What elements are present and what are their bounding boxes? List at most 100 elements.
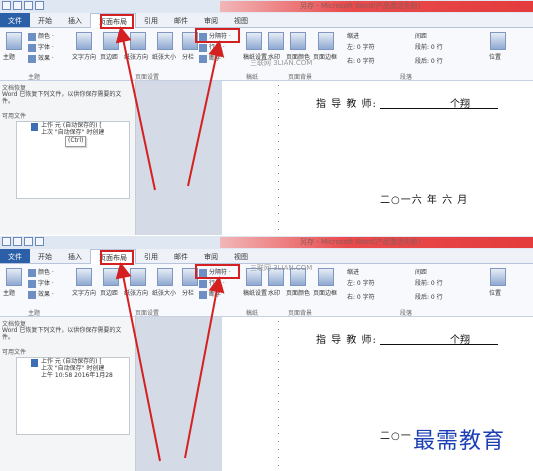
- group-theme-label: 主题: [28, 74, 41, 81]
- theme-icon: [6, 268, 22, 286]
- tab-home[interactable]: 开始: [30, 249, 60, 263]
- word-doc-icon: [31, 359, 38, 367]
- colors-label: 颜色 ·: [38, 33, 54, 40]
- group-background-label: 页面背景: [288, 74, 313, 81]
- ribbon-tabs: 文件 开始 插入 页面布局 引用 邮件 审阅 视图: [0, 13, 533, 28]
- recovered-file-item[interactable]: 上作 元 (自动保存的) [ 上次 "自动保存" 时创建 (Ctrl): [16, 121, 130, 199]
- save-icon[interactable]: [13, 1, 22, 10]
- file-info: 上作 元 (自动保存的) [ 上次 "自动保存" 时创建 上午 10:58 20…: [41, 358, 127, 379]
- tab-mailings[interactable]: 邮件: [166, 249, 196, 263]
- text-direction-button[interactable]: 文字方向: [72, 52, 96, 61]
- theme-button[interactable]: 主题: [3, 288, 15, 297]
- position-button[interactable]: 位置: [489, 52, 501, 61]
- tab-file[interactable]: 文件: [0, 13, 30, 27]
- tab-review[interactable]: 审阅: [196, 249, 226, 263]
- screenshot-before: 另存 - Microsoft Word(产品激活失败) 文件 开始 插入 页面布…: [0, 0, 533, 235]
- tab-references[interactable]: 引用: [136, 249, 166, 263]
- hyphenation-button[interactable]: 断字 ·: [199, 53, 225, 63]
- theme-button[interactable]: 主题: [3, 52, 15, 61]
- columns-button[interactable]: 分栏: [182, 288, 194, 297]
- recovered-file-item[interactable]: 上作 元 (自动保存的) [ 上次 "自动保存" 时创建 上午 10:58 20…: [16, 357, 130, 435]
- group-page-setup-label: 页面设置: [135, 74, 160, 81]
- document-page[interactable]: 指 导 教 师: 个翔 二○一六 年 六 月: [222, 81, 533, 235]
- size-button[interactable]: 纸张大小: [152, 288, 176, 297]
- position-button[interactable]: 位置: [489, 288, 501, 297]
- page-color-button[interactable]: 页面颜色: [286, 288, 310, 297]
- spacing-before-field[interactable]: 段前: 0 行: [415, 278, 443, 287]
- tab-insert[interactable]: 插入: [60, 249, 90, 263]
- effects-button[interactable]: 效果 ·: [28, 289, 54, 299]
- redo-icon[interactable]: [35, 237, 44, 246]
- effects-button[interactable]: 效果 ·: [28, 53, 54, 63]
- tab-insert[interactable]: 插入: [60, 13, 90, 27]
- date-text: 二○一六 年 六 月: [380, 195, 469, 206]
- line-numbers-label: 行号 ·: [209, 44, 225, 51]
- orientation-icon: [130, 32, 146, 50]
- highlight-page-layout-tab: [100, 14, 134, 29]
- indent-left-field[interactable]: 左: 0 字符: [347, 42, 375, 51]
- size-icon: [157, 268, 173, 286]
- paste-options-button[interactable]: (Ctrl): [65, 136, 87, 147]
- teacher-underline: [380, 108, 498, 109]
- spacing-after-field[interactable]: 段后: 0 行: [415, 292, 443, 301]
- colors-button[interactable]: 颜色 ·: [28, 31, 54, 41]
- fonts-icon: [28, 279, 36, 288]
- watermark-button[interactable]: 水印: [268, 288, 280, 297]
- watermark-site: 三联网 3LIAN.COM: [250, 59, 313, 67]
- available-files-label: 可用文件: [2, 113, 27, 120]
- tab-view[interactable]: 视图: [226, 249, 256, 263]
- highlight-breaks-button: [195, 28, 240, 43]
- group-draft-label: 稿纸: [246, 310, 259, 317]
- title-bar: 另存 - Microsoft Word(产品激活失败): [0, 236, 533, 249]
- ribbon-tabs: 文件 开始 插入 页面布局 引用 邮件 审阅 视图: [0, 249, 533, 264]
- text-direction-icon: [76, 268, 92, 286]
- undo-icon[interactable]: [24, 237, 33, 246]
- draft-icon: [246, 32, 262, 50]
- hyphenation-button[interactable]: 断字 ·: [199, 289, 225, 299]
- margins-icon: [103, 268, 119, 286]
- indent-right-field[interactable]: 右: 0 字符: [347, 292, 375, 301]
- redo-icon[interactable]: [35, 1, 44, 10]
- tab-view[interactable]: 视图: [226, 13, 256, 27]
- vertical-ruler: [278, 85, 279, 235]
- draft-button[interactable]: 稿纸设置: [243, 288, 267, 297]
- orientation-button[interactable]: 纸张方向: [124, 52, 148, 61]
- tab-references[interactable]: 引用: [136, 13, 166, 27]
- file-autosave: 上次 "自动保存" 时创建: [41, 365, 105, 372]
- spacing-before-field[interactable]: 段前: 0 行: [415, 42, 443, 51]
- save-icon[interactable]: [13, 237, 22, 246]
- word-icon[interactable]: [2, 237, 11, 246]
- tab-file[interactable]: 文件: [0, 249, 30, 263]
- fonts-button[interactable]: 字体 ·: [28, 278, 54, 288]
- file-autosave: 上次 "自动保存" 时创建: [41, 129, 105, 136]
- undo-icon[interactable]: [24, 1, 33, 10]
- document-recovery-pane: 文档恢复 Word 已恢复下列文件，以供你保存需要的文件。 可用文件 上作 元 …: [0, 317, 136, 471]
- tab-mailings[interactable]: 邮件: [166, 13, 196, 27]
- quick-access-toolbar: [2, 237, 44, 246]
- indent-right-field[interactable]: 右: 0 字符: [347, 56, 375, 65]
- colors-icon: [28, 32, 36, 41]
- tab-review[interactable]: 审阅: [196, 13, 226, 27]
- window-title: 另存 - Microsoft Word(产品激活失败): [300, 2, 421, 10]
- file-title: 上作 元 (自动保存的) [: [41, 122, 102, 129]
- columns-button[interactable]: 分栏: [182, 52, 194, 61]
- word-icon[interactable]: [2, 1, 11, 10]
- spacing-after-field[interactable]: 段后: 0 行: [415, 56, 443, 65]
- margins-button[interactable]: 页边距: [100, 52, 118, 61]
- text-direction-button[interactable]: 文字方向: [72, 288, 96, 297]
- page-border-button[interactable]: 页面边框: [313, 288, 337, 297]
- page-border-button[interactable]: 页面边框: [313, 52, 337, 61]
- orientation-button[interactable]: 纸张方向: [124, 288, 148, 297]
- colors-button[interactable]: 颜色 ·: [28, 267, 54, 277]
- fonts-label: 字体 ·: [38, 280, 54, 287]
- quick-access-toolbar: [2, 1, 44, 10]
- effects-label: 效果 ·: [38, 55, 54, 62]
- line-numbers-button[interactable]: 行号 ·: [199, 278, 225, 288]
- fonts-button[interactable]: 字体 ·: [28, 42, 54, 52]
- line-numbers-button[interactable]: 行号 ·: [199, 42, 225, 52]
- tab-home[interactable]: 开始: [30, 13, 60, 27]
- size-button[interactable]: 纸张大小: [152, 52, 176, 61]
- indent-left-field[interactable]: 左: 0 字符: [347, 278, 375, 287]
- fonts-label: 字体 ·: [38, 44, 54, 51]
- margins-button[interactable]: 页边距: [100, 288, 118, 297]
